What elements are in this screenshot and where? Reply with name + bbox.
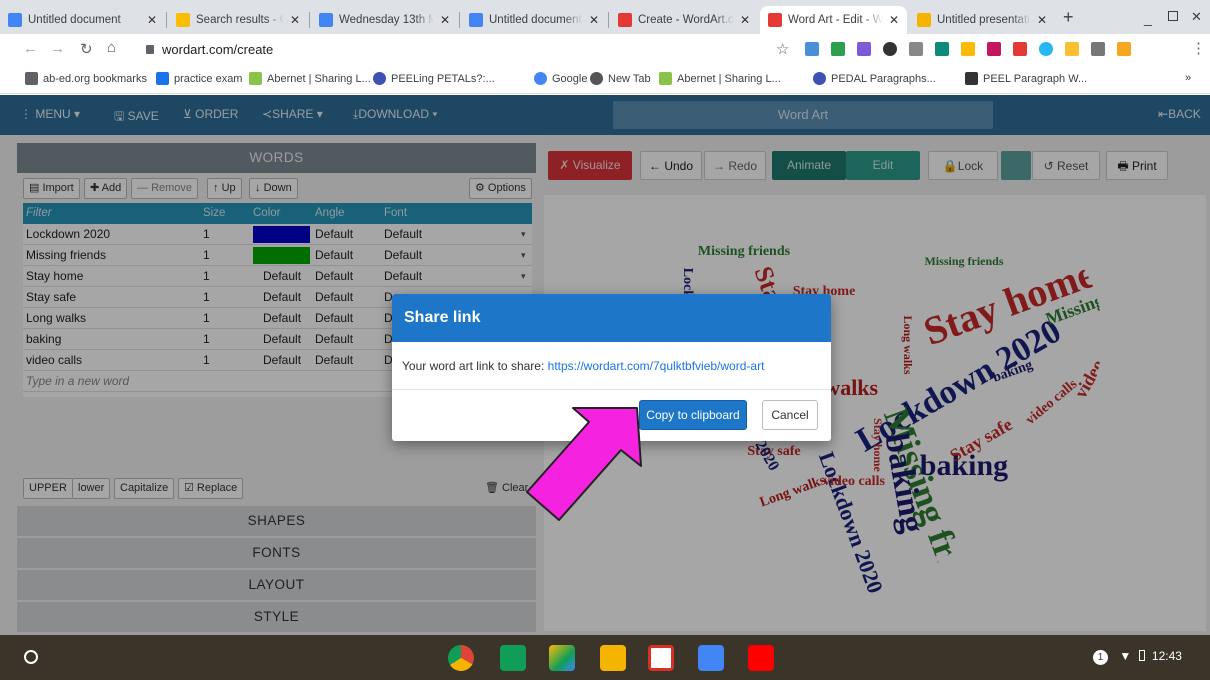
browser-tab-strip: Untitled document ✕ Search results - Goo… [0,0,1210,34]
bookmark-abernet[interactable]: Abernet | Sharing L... [249,72,371,85]
pink-arrow-annotation [526,407,642,521]
folder-icon [25,72,38,85]
close-tab-icon[interactable]: ✕ [147,13,157,27]
battery-icon [1138,650,1145,661]
bookmark-star-icon[interactable]: ☆ [776,40,789,58]
browser-menu-icon[interactable]: ⋮ [1191,39,1206,57]
extension-icons[interactable] [805,42,1173,57]
minimize-icon[interactable]: _ [1144,10,1152,26]
tab-title: Untitled document [489,14,582,26]
globe-icon [590,72,603,85]
home-icon[interactable]: ⌂ [107,39,116,56]
bookmark-practice-exam[interactable]: practice exam [156,72,242,85]
wordart-icon [618,13,632,27]
docs-icon [469,13,483,27]
restore-icon[interactable] [1168,11,1178,21]
bookmark-pedal[interactable]: PEDAL Paragraphs... [813,72,936,85]
tab-title: Wednesday 13th M [339,14,434,26]
dialog-body: Your word art link to share: https://wor… [392,342,831,390]
clock: 12:43 [1151,649,1182,663]
google-icon [534,72,547,85]
bookmarks-bar: ab-ed.org bookmarks practice exam Aberne… [0,64,1210,94]
share-link[interactable]: https://wordart.com/7qulktbfvieb/word-ar… [548,359,765,373]
bookmark-icon [373,72,386,85]
omnibox[interactable]: wordart.com/create [136,37,800,61]
close-tab-icon[interactable]: ✕ [889,13,899,27]
url-text: wordart.com/create [162,41,274,57]
more-bookmarks-icon[interactable]: » [1185,72,1191,84]
os-shelf: 1 ▼ 12:43 [0,635,1210,680]
bookmark-icon [249,72,262,85]
slides-icon[interactable] [600,645,626,671]
tab-title: Untitled presentatio [937,14,1031,26]
bookmark-icon [965,72,978,85]
dialog-title: Share link [392,294,831,342]
tab-title: Create - WordArt.co [638,14,734,26]
bookmark-peel[interactable]: PEEL Paragraph W... [965,72,1087,85]
tab-wednesday[interactable]: Wednesday 13th M ✕ [311,6,458,34]
docs-icon[interactable] [698,645,724,671]
docs-icon [8,13,22,27]
close-tab-icon[interactable]: ✕ [740,13,750,27]
wifi-icon: ▼ [1119,649,1132,663]
cancel-button[interactable]: Cancel [762,400,818,430]
bookmark-icon [813,72,826,85]
youtube-icon[interactable] [748,645,774,671]
gmail-icon[interactable] [648,645,674,671]
lock-icon [146,44,154,54]
share-text: Your word art link to share: [402,359,545,373]
classroom-icon[interactable] [500,645,526,671]
bookmark-new-tab[interactable]: New Tab [590,72,651,85]
copy-to-clipboard-button[interactable]: Copy to clipboard [639,400,747,430]
bookmark-ab-ed[interactable]: ab-ed.org bookmarks [25,72,147,85]
forward-arrow-icon[interactable]: → [50,40,65,57]
reload-icon[interactable]: ↻ [80,40,93,58]
drive-icon[interactable] [549,645,575,671]
tab-word-art-edit[interactable]: Word Art - Edit - Wo ✕ [760,6,907,34]
close-tab-icon[interactable]: ✕ [589,13,599,27]
tab-create-wordart[interactable]: Create - WordArt.co ✕ [610,6,758,34]
new-tab-button[interactable]: + [1063,7,1074,28]
docs-icon [319,13,333,27]
tab-title: Untitled document [28,14,121,26]
drive-icon [176,13,190,27]
bookmark-icon [659,72,672,85]
wordart-icon [768,13,782,27]
close-tab-icon[interactable]: ✕ [440,13,450,27]
launcher-icon[interactable] [24,650,38,664]
chrome-icon[interactable] [448,645,474,671]
tab-untitled-document-2[interactable]: Untitled document ✕ [461,6,607,34]
tab-untitled-presentation[interactable]: Untitled presentatio ✕ [909,6,1055,34]
close-tab-icon[interactable]: ✕ [1037,13,1047,27]
tab-title: Word Art - Edit - Wo [788,14,883,26]
notification-badge: 1 [1093,650,1108,665]
tab-search-results[interactable]: Search results - Goo ✕ [168,6,308,34]
bookmark-abernet-2[interactable]: Abernet | Sharing L... [659,72,781,85]
bookmark-peeling-petals[interactable]: PEELing PETALs?:... [373,72,495,85]
tab-title: Search results - Goo [196,14,284,26]
close-window-icon[interactable]: ✕ [1191,9,1202,25]
bookmark-google[interactable]: Google [534,72,587,85]
address-bar-row: ← → ↻ ⌂ wordart.com/create ☆ ⋮ [0,34,1210,64]
status-area[interactable]: 1 ▼ 12:43 [1093,649,1182,665]
bookmark-icon [156,72,169,85]
slides-icon [917,13,931,27]
close-tab-icon[interactable]: ✕ [290,13,300,27]
tab-untitled-document[interactable]: Untitled document ✕ [0,6,165,34]
back-arrow-icon[interactable]: ← [23,40,38,57]
